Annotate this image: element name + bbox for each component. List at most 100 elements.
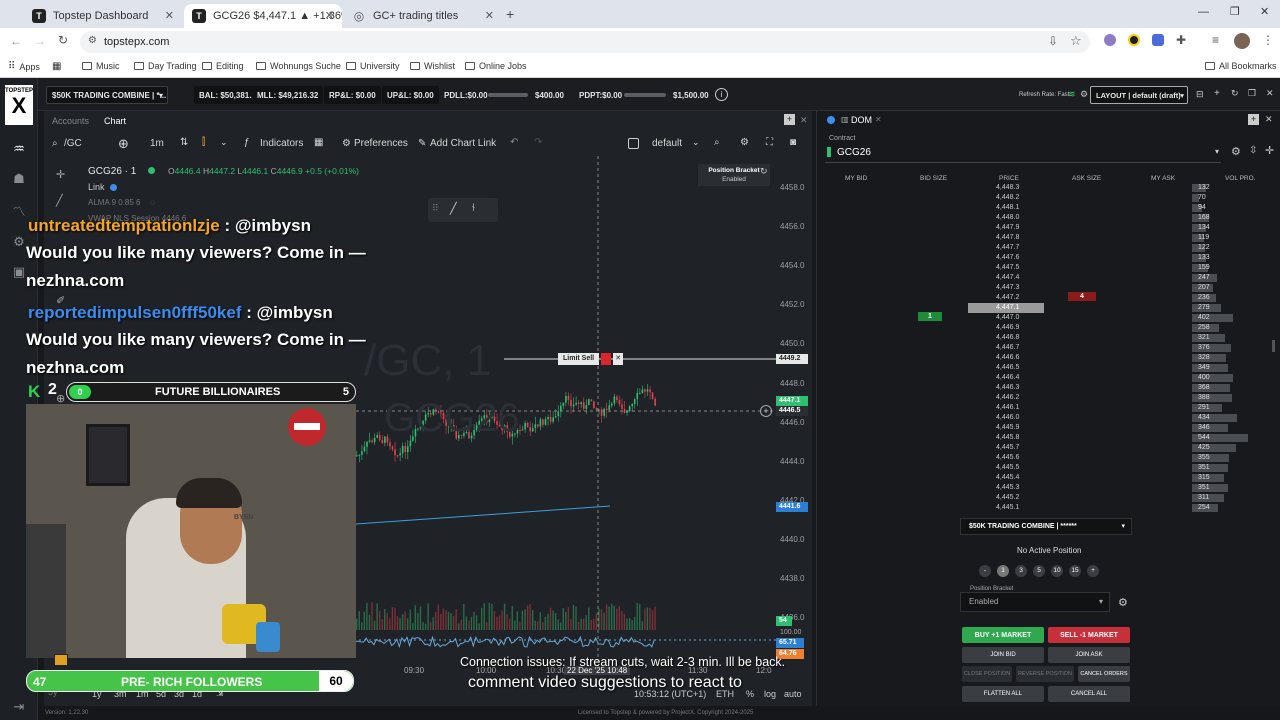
save-layout-icon[interactable]: ⊟ (1196, 89, 1204, 100)
price-scale[interactable]: 4458.0 4456.0 4454.0 4452.0 4450.0 4448.0 4446… (776, 156, 812, 664)
cancel-orders-button[interactable]: CANCEL ORDERS (1078, 666, 1130, 682)
dom-row[interactable]: 4,445.8 544 (816, 433, 1272, 443)
gear-icon[interactable]: ⚙ (1231, 145, 1241, 158)
legend-link[interactable]: Link (88, 182, 105, 192)
logout-icon[interactable]: ⇥ (9, 699, 29, 715)
zoom-icon[interactable]: ⌕ (714, 137, 720, 148)
cancel-order-icon[interactable]: ✕ (613, 353, 624, 365)
close-window-icon[interactable]: ✕ (1260, 5, 1269, 18)
scale-log[interactable]: log (764, 689, 776, 699)
scale-auto[interactable]: auto (784, 689, 802, 699)
symbol-input[interactable]: /GC (64, 138, 82, 149)
indicators-button[interactable]: Indicators (260, 138, 303, 149)
profile-avatar[interactable] (1234, 33, 1250, 49)
browser-tab-titles[interactable]: ◎ GC+ trading titles ✕ (344, 4, 502, 28)
line-tool-icon[interactable]: ╱ (450, 202, 457, 215)
browser-tab-dashboard[interactable]: T Topstep Dashboard ✕ (24, 4, 182, 28)
dom-scrollbar[interactable] (1272, 340, 1275, 352)
contract-selector[interactable]: GCG26 ▾ (825, 143, 1221, 163)
legend-alma[interactable]: ALMA 9 0.85 6 (88, 198, 140, 207)
menu-kebab-icon[interactable]: ⋮ (1262, 33, 1274, 47)
fib-tool-icon[interactable]: ⫮ (472, 202, 475, 215)
dom-row[interactable]: 4,445.1 254 (816, 503, 1272, 513)
chevron-down-icon[interactable]: ⌄ (692, 137, 700, 148)
settings-icon[interactable]: ⚙ (740, 137, 749, 148)
dom-row[interactable]: 4,448.0 168 (816, 213, 1272, 223)
bookmark-university[interactable]: University (346, 61, 400, 71)
bid-size-cell[interactable]: 1 (918, 312, 942, 321)
add-chart-link-button[interactable]: Add Chart Link (430, 138, 496, 149)
reverse-position-button[interactable]: REVERSE POSITION (1016, 666, 1074, 682)
qty-option[interactable]: 10 (1051, 565, 1063, 577)
users-icon[interactable]: ☗ (9, 171, 29, 187)
flatten-all-button[interactable]: FLATTEN ALL (962, 686, 1044, 702)
bookmark-wishlist[interactable]: Wishlist (410, 61, 455, 71)
bookmark-online-jobs[interactable]: Online Jobs (465, 61, 527, 71)
gear-icon[interactable]: ⚙ (1118, 596, 1128, 609)
dom-row[interactable]: 4,447.7 122 (816, 243, 1272, 253)
add-order-icon[interactable]: + (760, 405, 772, 417)
new-tab-button[interactable]: + (506, 6, 514, 22)
dom-row[interactable]: 4,447.5 159 (816, 263, 1272, 273)
preferences-button[interactable]: Preferences (354, 138, 408, 149)
add-layout-icon[interactable]: + (1214, 88, 1220, 99)
bookmark-grid[interactable]: ▦ (52, 61, 61, 72)
dom-row[interactable]: 4,445.2 311 (816, 493, 1272, 503)
browser-tab-chart[interactable]: T GCG26 $4,447.1 ▲ +1.36% ✕ (184, 4, 342, 28)
gear-icon[interactable]: ⚙ (1080, 89, 1088, 100)
dom-row[interactable]: 4,447.2 236 (816, 293, 1272, 303)
close-icon[interactable]: ✕ (800, 115, 808, 126)
bookmark-apps[interactable]: ⠿ Apps (8, 61, 40, 72)
undo-icon[interactable]: ↶ (510, 137, 518, 148)
dom-row[interactable]: 4,447.0 402 (816, 313, 1272, 323)
dom-row[interactable]: 4,446.7 376 (816, 343, 1272, 353)
info-icon[interactable]: i (715, 88, 728, 101)
drag-handle-icon[interactable]: ⠿ (432, 203, 439, 214)
order-account-selector[interactable]: $50K TRADING COMBINE | ****** ▾ (960, 518, 1132, 535)
compare-icon[interactable]: ⇅ (180, 137, 188, 148)
analytics-icon[interactable]: 〽 (9, 201, 29, 219)
fullscreen-icon[interactable]: ⛶ (766, 137, 773, 148)
compare-add-icon[interactable]: ⊕ (118, 136, 129, 152)
crosshair-icon[interactable]: ✛ (1265, 144, 1274, 157)
layout-selector[interactable]: LAYOUT | default (draft) ▾ (1090, 86, 1188, 104)
qty-option[interactable]: 3 (1015, 565, 1027, 577)
dom-row[interactable]: 4,447.6 133 (816, 253, 1272, 263)
add-panel-icon[interactable]: + (1248, 114, 1259, 125)
bookmark-music[interactable]: Music (82, 61, 120, 71)
qty-option[interactable]: - (979, 565, 991, 577)
url-field[interactable]: ⚙ topstepx.com ⇩ ☆ (80, 31, 1090, 53)
crosshair-tool-icon[interactable]: ✛ (56, 168, 65, 181)
dom-row[interactable]: 4,445.5 351 (816, 463, 1272, 473)
dom-row[interactable]: 4,448.3 132 (816, 183, 1272, 193)
scale-percent[interactable]: % (746, 689, 754, 699)
trendline-tool-icon[interactable]: ╱ (56, 194, 63, 207)
install-icon[interactable]: ⇩ (1048, 34, 1058, 48)
bracket-selector[interactable]: Enabled ▾ (960, 592, 1110, 612)
dom-row[interactable]: 4,446.8 321 (816, 333, 1272, 343)
chevron-down-icon[interactable]: ⌄ (220, 137, 228, 148)
templates-icon[interactable]: ▦ (314, 137, 323, 148)
redo-icon[interactable]: ↷ (534, 137, 542, 148)
bookmark-all[interactable]: All Bookmarks (1205, 61, 1277, 71)
back-icon[interactable]: ← (10, 34, 22, 48)
dom-row[interactable]: 4,447.8 119 (816, 233, 1272, 243)
close-icon[interactable]: ✕ (875, 115, 882, 124)
dom-row[interactable]: 4,445.3 351 (816, 483, 1272, 493)
forward-icon[interactable]: → (34, 34, 46, 48)
trading-icon[interactable]: ♒ (9, 141, 29, 157)
restore-icon[interactable]: ❐ (1230, 5, 1240, 18)
tab-chart[interactable]: Chart (104, 116, 126, 126)
checkbox[interactable] (628, 138, 639, 149)
center-icon[interactable]: ⇳ (1249, 145, 1257, 156)
site-info-icon[interactable]: ⚙ (88, 35, 97, 46)
window-icon[interactable]: ❐ (1248, 88, 1256, 99)
dom-row[interactable]: 4,446.4 400 (816, 373, 1272, 383)
bookmark-day-trading[interactable]: Day Trading (134, 61, 197, 71)
camera-icon[interactable]: ◙ (790, 137, 796, 148)
qty-option[interactable]: 15 (1069, 565, 1081, 577)
ask-size-cell[interactable]: 4 (1068, 292, 1096, 301)
bookmark-star-icon[interactable]: ☆ (1070, 33, 1082, 49)
eye-off-icon[interactable]: ◌ (150, 198, 155, 207)
tab-search-icon[interactable]: ≡ (1212, 33, 1219, 47)
